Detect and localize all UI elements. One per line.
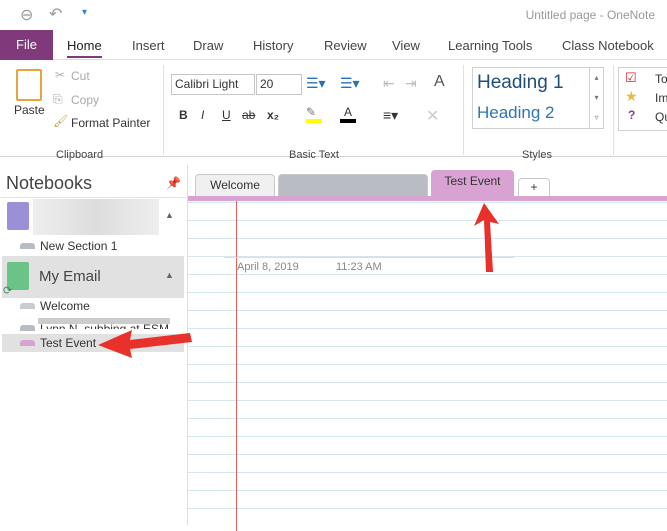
annotation-arrows bbox=[98, 203, 499, 358]
arrow-up-icon bbox=[474, 203, 499, 272]
arrow-left-icon bbox=[98, 330, 192, 358]
